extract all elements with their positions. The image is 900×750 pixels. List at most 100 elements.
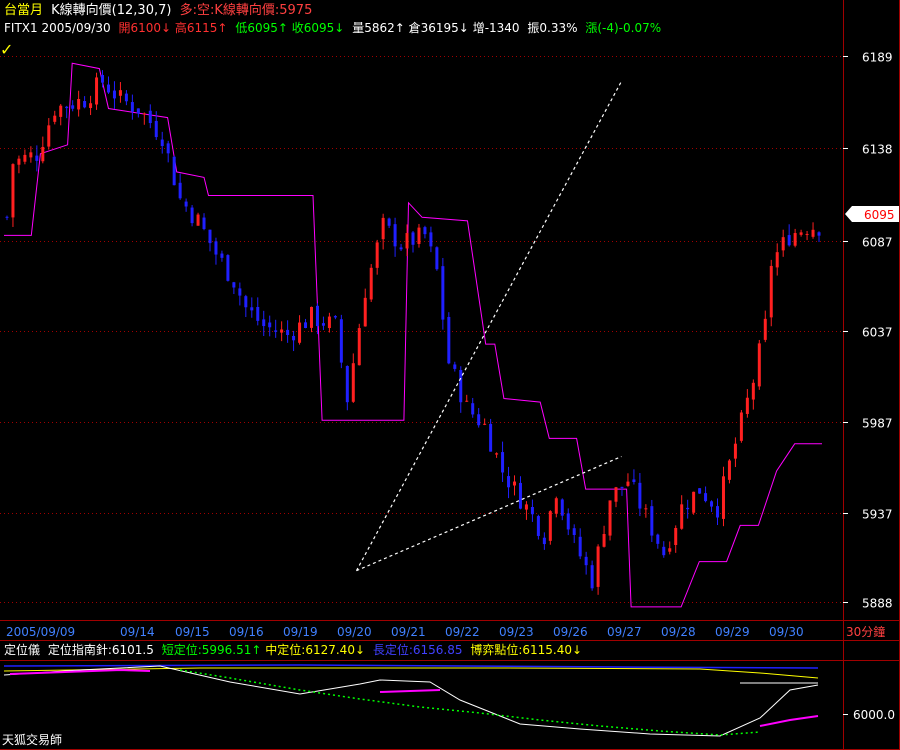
- x-tick-label: 09/20: [337, 625, 372, 639]
- candle-body: [309, 306, 313, 328]
- x-tick-label: 09/29: [715, 625, 750, 639]
- svg-text:FITX1 2005/09/30 開6100↓: FITX1 2005/09/30 開6100↓ 高6115↑ 低6095↑ 收6…: [4, 20, 661, 35]
- candle-body: [106, 84, 110, 93]
- candle-body: [298, 322, 302, 343]
- game-position-line: [379, 689, 441, 693]
- candle-body: [77, 99, 81, 110]
- candle-body: [763, 318, 767, 340]
- y-tick-label: 5987: [862, 417, 893, 431]
- candle-body: [453, 364, 457, 369]
- candle-body: [214, 241, 218, 255]
- candle-body: [441, 266, 445, 320]
- high-value: 高6115↑: [175, 20, 228, 35]
- candle-body: [202, 217, 206, 230]
- candle-body: [566, 513, 570, 530]
- candle-body: [357, 328, 361, 366]
- candle-body: [465, 400, 469, 402]
- candle-body: [327, 316, 331, 329]
- candle-body: [184, 201, 188, 207]
- candle-body: [501, 452, 505, 473]
- candle-body: [733, 443, 737, 459]
- candle-body: [65, 106, 69, 109]
- candle-body: [118, 90, 122, 96]
- candle-body: [405, 233, 409, 249]
- volume-value: 量5862↑: [352, 21, 405, 35]
- candle-body: [411, 232, 415, 245]
- candle-body: [698, 488, 702, 494]
- candle-body: [381, 217, 385, 240]
- x-tick-label: 09/14: [120, 625, 155, 639]
- y-tick-label: 6138: [862, 143, 893, 157]
- candle-body: [644, 508, 648, 510]
- candle-body: [536, 516, 540, 536]
- candle-body: [769, 265, 773, 318]
- candle-body: [17, 158, 21, 165]
- candle-body: [59, 105, 63, 117]
- x-tick-label: 09/30: [769, 625, 804, 639]
- candle-body: [554, 498, 558, 514]
- candle-body: [423, 227, 427, 235]
- mid-position: 中定位:6127.40↓: [265, 642, 365, 657]
- game-position-line: [759, 715, 819, 727]
- oi-value: 倉36195↓: [409, 20, 469, 35]
- candle-body: [513, 481, 517, 486]
- chart-title: 台當月: [4, 3, 43, 18]
- brand-label: 天狐交易師: [2, 732, 62, 747]
- candle-body: [668, 548, 672, 552]
- candle-body: [739, 412, 743, 441]
- candle-body: [477, 414, 481, 426]
- candle-body: [345, 366, 349, 403]
- candle-body: [459, 369, 463, 403]
- candle-body: [369, 267, 373, 300]
- candle-body: [799, 232, 803, 235]
- candle-body: [614, 487, 618, 502]
- price-grid: [0, 56, 843, 603]
- candle-body: [172, 156, 176, 186]
- candle-body: [590, 565, 594, 589]
- candle-body: [148, 110, 152, 124]
- candle-body: [626, 481, 630, 486]
- svg-text:台當月 K線轉向價(12,30,7) 多:空: 台當月 K線轉向價(12,30,7) 多:空:K線轉向價:5975: [4, 2, 312, 18]
- candle-body: [548, 511, 552, 541]
- candle-body: [268, 322, 272, 328]
- candle-body: [208, 229, 212, 244]
- candle-body: [495, 453, 499, 455]
- trend-lines: [355, 81, 622, 572]
- candle-body: [632, 479, 636, 483]
- sub-axis-label: 6000.0: [853, 708, 895, 722]
- indicator-value: 多:空:K線轉向價:5975: [180, 2, 313, 18]
- candle-body: [333, 316, 337, 318]
- x-tick-label: 09/19: [283, 625, 318, 639]
- candle-body: [238, 288, 242, 296]
- candle-body: [256, 307, 260, 321]
- candle-body: [95, 77, 99, 105]
- candle-body: [572, 528, 576, 536]
- trend-line: [355, 81, 622, 571]
- period-label[interactable]: 30分鐘: [846, 624, 885, 639]
- candle-body: [11, 164, 15, 218]
- x-tick-label: 09/16: [229, 625, 264, 639]
- candle-body: [507, 476, 511, 488]
- candle-body: [250, 307, 254, 311]
- candle-body: [721, 476, 725, 519]
- candle-body: [23, 154, 27, 162]
- candle-body: [751, 382, 755, 400]
- candle-body: [226, 255, 230, 281]
- candle-body: [71, 105, 75, 109]
- price-axis: 6189 6138 6087 6037 5987 5937 5888: [843, 51, 893, 611]
- candle-body: [692, 491, 696, 513]
- candle-body: [656, 534, 660, 544]
- short-position-line: [179, 669, 761, 736]
- candle-body: [817, 232, 821, 236]
- y-tick-label: 5937: [862, 508, 893, 522]
- short-position: 短定位:5996.51↑: [162, 642, 262, 657]
- candle-body: [727, 460, 731, 480]
- time-axis: 2005/09/09 09/14 09/15 09/16 09/19 09/20 09/21…: [6, 625, 804, 639]
- candle-body: [89, 103, 93, 108]
- candle-body: [83, 101, 87, 108]
- candle-body: [29, 152, 33, 158]
- x-tick-label: 09/23: [499, 625, 534, 639]
- candle-body: [435, 247, 439, 270]
- long-position: 長定位:6156.85: [373, 642, 463, 657]
- candle-body: [262, 319, 266, 327]
